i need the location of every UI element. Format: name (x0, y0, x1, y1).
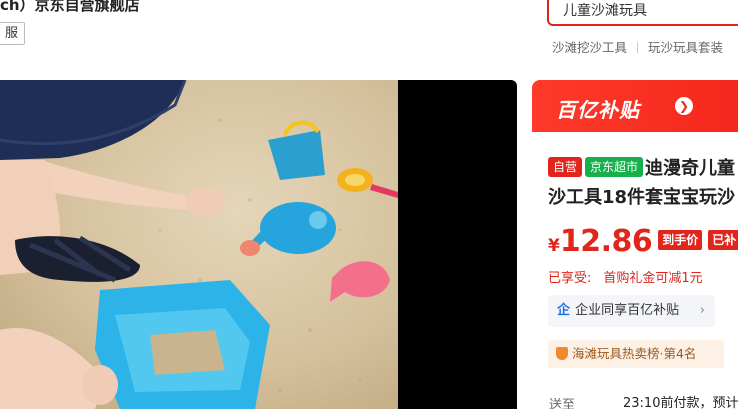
jd-supermarket-badge: 京东超市 (585, 157, 644, 177)
hot-word-1[interactable]: 沙滩挖沙工具 (552, 37, 627, 56)
delivery-label: 送至 (549, 398, 576, 409)
product-photo-illustration (0, 80, 398, 409)
enterprise-label: 企业同享百亿补贴 (575, 303, 680, 318)
store-service-tag[interactable]: 服 (0, 22, 26, 45)
hot-word-2[interactable]: 玩沙玩具套装 (648, 37, 723, 56)
hot-search-words: 沙滩挖沙工具 玩沙玩具套装 (552, 37, 723, 56)
image-side-panel (398, 80, 517, 409)
final-price-tag: 到手价 (658, 230, 703, 250)
subsidy-logo: 百亿补贴 (556, 98, 640, 122)
search-input[interactable]: 儿童沙滩玩具 (547, 0, 738, 26)
product-title-line2: 沙工具18件套宝宝玩沙 (548, 187, 736, 208)
product-page: ch）京东自营旗舰店 服 儿童沙滩玩具 沙滩挖沙工具 玩沙玩具套装 百亿补贴 ❯… (0, 0, 738, 409)
enterprise-icon: 企 (557, 303, 571, 318)
ranking-badge[interactable]: 海滩玩具热卖榜·第4名 (548, 340, 724, 368)
discount-row: 已享受: 首购礼金可减1元 (548, 267, 703, 286)
price-currency: ¥ (548, 236, 560, 256)
ranking-text: 海滩玩具热卖榜·第4名 (572, 346, 697, 361)
medal-icon (556, 347, 568, 360)
discount-value[interactable]: 首购礼金可减1元 (603, 271, 702, 286)
product-title-line1: 迪漫奇儿童 (645, 158, 736, 179)
search-input-value[interactable]: 儿童沙滩玩具 (563, 0, 647, 20)
store-name[interactable]: ch）京东自营旗舰店 (0, 0, 140, 15)
chevron-right-icon[interactable]: ❯ (675, 97, 693, 115)
chevron-right-icon: › (699, 303, 705, 318)
price-value: 12.86 (559, 224, 653, 259)
price-row: ¥12.86 到手价 已补 (548, 224, 738, 259)
self-operated-badge: 自营 (548, 157, 583, 177)
enterprise-subsidy-button[interactable]: 企 企业同享百亿补贴 › (548, 295, 715, 327)
delivery-estimate: 23:10前付款，预计 (623, 396, 738, 409)
hot-word-divider (637, 42, 639, 53)
discount-label: 已享受: (548, 271, 592, 286)
product-title: 自营 京东超市 迪漫奇儿童 (548, 154, 735, 180)
subsidized-tag: 已补 (708, 230, 738, 250)
subsidy-banner[interactable]: 百亿补贴 ❯ (532, 80, 738, 132)
product-main-image[interactable] (0, 80, 398, 409)
